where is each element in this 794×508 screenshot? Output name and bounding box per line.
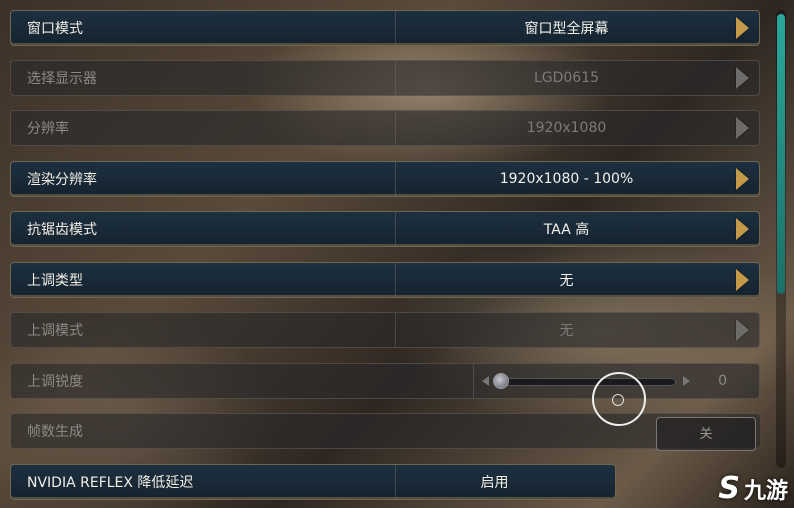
arrow-right-icon[interactable] [736, 269, 749, 291]
frame-gen-toggle[interactable]: 关 [656, 417, 756, 451]
setting-upscale-type[interactable]: 上调类型 无 [10, 262, 760, 298]
setting-antialiasing[interactable]: 抗锯齿模式 TAA 高 [10, 211, 760, 247]
setting-label: 分辨率 [11, 111, 396, 145]
setting-resolution: 分辨率 1920x1080 [10, 110, 760, 146]
arrow-right-icon [736, 67, 749, 89]
setting-value: LGD0615 [396, 61, 759, 95]
setting-value-text: 窗口型全屏幕 [524, 21, 609, 37]
setting-label: 抗锯齿模式 [11, 212, 396, 246]
watermark-logo-icon: S [718, 471, 740, 506]
setting-value-text: LGD0615 [533, 70, 600, 86]
setting-value[interactable]: 1920x1080 - 100% [396, 162, 759, 196]
arrow-right-icon [736, 117, 749, 139]
setting-label: 选择显示器 [11, 61, 396, 95]
setting-value[interactable]: 启用 [396, 465, 615, 499]
setting-frame-generation: 帧数生成 关 [10, 413, 760, 451]
setting-value-text: TAA 高 [543, 222, 590, 238]
setting-render-resolution[interactable]: 渲染分辨率 1920x1080 - 100% [10, 161, 760, 197]
setting-value[interactable]: TAA 高 [396, 212, 759, 246]
arrow-right-icon [736, 319, 749, 341]
setting-label: 窗口模式 [11, 11, 396, 45]
setting-value: 无 [396, 313, 759, 347]
slider-handle[interactable] [493, 373, 509, 389]
slider-value: 0 [718, 373, 727, 389]
setting-value[interactable]: 无 [396, 263, 759, 297]
slider-increase-icon[interactable] [683, 376, 690, 386]
toggle-label: 关 [699, 427, 713, 442]
setting-label: 上调模式 [11, 313, 396, 347]
watermark: S 九游 [718, 471, 788, 506]
setting-value-text: 1920x1080 - 100% [499, 171, 634, 187]
setting-value-text: 1920x1080 [526, 120, 607, 136]
setting-label: 上调类型 [11, 263, 396, 297]
slider-track[interactable] [494, 378, 676, 386]
setting-label: NVIDIA REFLEX 降低延迟 [11, 465, 396, 499]
setting-value: 1920x1080 [396, 111, 759, 145]
cursor-dot-icon [612, 394, 624, 406]
setting-label: 渲染分辨率 [11, 162, 396, 196]
slider-decrease-icon[interactable] [482, 376, 489, 386]
setting-nvidia-reflex[interactable]: NVIDIA REFLEX 降低延迟 启用 [10, 464, 616, 500]
setting-upscale-mode: 上调模式 无 [10, 312, 760, 348]
setting-label: 帧数生成 [27, 424, 83, 440]
setting-value-text: 启用 [480, 475, 509, 491]
setting-window-mode[interactable]: 窗口模式 窗口型全屏幕 [10, 10, 760, 46]
setting-upscale-sharpness: 上调锐度 0 [10, 363, 760, 399]
setting-select-monitor: 选择显示器 LGD0615 [10, 60, 760, 96]
setting-value-text: 无 [559, 323, 574, 339]
arrow-right-icon[interactable] [736, 17, 749, 39]
setting-value[interactable]: 窗口型全屏幕 [396, 11, 759, 45]
arrow-right-icon[interactable] [736, 218, 749, 240]
watermark-text: 九游 [743, 478, 788, 504]
setting-label: 上调锐度 [11, 364, 474, 398]
scrollbar-thumb[interactable] [777, 14, 785, 294]
arrow-right-icon[interactable] [736, 168, 749, 190]
setting-value-text: 无 [559, 273, 574, 289]
